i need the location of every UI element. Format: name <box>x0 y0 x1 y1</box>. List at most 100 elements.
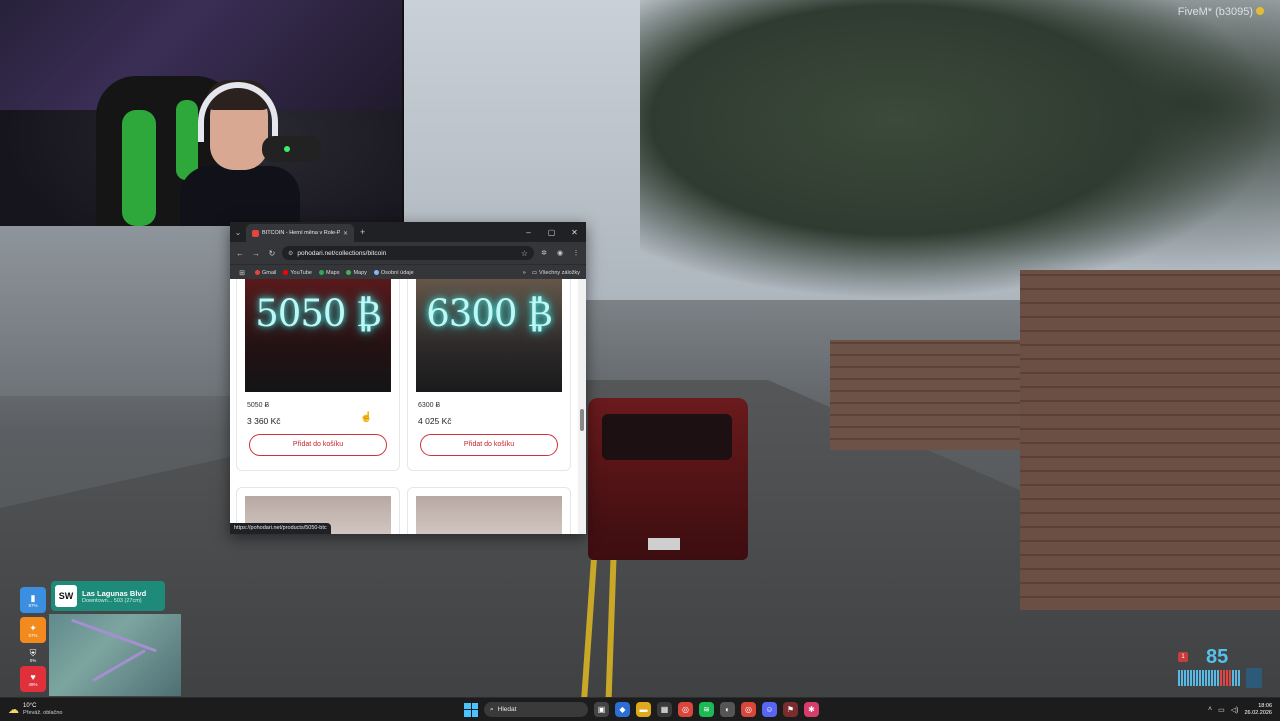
product-name[interactable]: 5050 Ƀ <box>247 402 269 409</box>
chair-accent <box>176 100 198 180</box>
gear-indicator: 1 <box>1178 652 1188 662</box>
product-card[interactable]: 5050 ₿ 5050 Ƀ 3 360 Kč Přidat do košíku <box>236 279 400 471</box>
task-view-icon[interactable]: ▣ <box>594 702 609 717</box>
all-bookmarks-label: Všechny záložky <box>539 269 580 276</box>
bookmark-mapy[interactable]: Mapy <box>346 269 367 276</box>
product-image[interactable]: 6300 ₿ <box>416 279 562 392</box>
product-card[interactable] <box>407 487 571 534</box>
product-image-text: 6300 ₿ <box>426 292 553 335</box>
taskbar-search[interactable]: ⌕ Hledat <box>484 702 588 717</box>
maximize-icon[interactable]: ▢ <box>540 228 563 237</box>
discord-icon[interactable]: ☺ <box>762 702 777 717</box>
weather-widget[interactable]: ☁ 10°C Převáž. oblačno <box>0 703 128 717</box>
reload-icon[interactable]: ↻ <box>266 249 278 258</box>
profile-icon[interactable]: ◉ <box>554 249 566 257</box>
bookmarks-bar: ⊞ Gmail YouTube Maps Mapy Osobní údaje »… <box>230 264 586 280</box>
bookmark-label: Mapy <box>353 269 367 276</box>
product-card[interactable]: 6300 ₿ 6300 Ƀ 4 025 Kč Přidat do košíku <box>407 279 571 471</box>
weather-description: Převáž. oblačno <box>23 709 63 716</box>
maps-icon <box>319 270 324 275</box>
stat-value: 49% <box>28 681 38 687</box>
minimap-route <box>92 649 146 682</box>
cloudy-weather-icon: ☁ <box>8 704 19 716</box>
bookmark-label: YouTube <box>290 269 312 276</box>
microphone <box>262 136 322 162</box>
extensions-icon[interactable]: ✲ <box>538 249 550 257</box>
street-text: Las Lagunas Blvd Downtown... 503 (27cm) <box>82 589 146 604</box>
file-explorer-icon[interactable]: ▬ <box>636 702 651 717</box>
brick-wall <box>1020 270 1280 610</box>
site-info-icon[interactable]: ⚙ <box>288 250 293 257</box>
spotify-icon[interactable]: ≋ <box>699 702 714 717</box>
more-bookmarks-icon[interactable]: » <box>523 270 526 276</box>
water-stat: ▮ 97% <box>20 587 46 613</box>
fivem-icon[interactable]: ⚑ <box>783 702 798 717</box>
github-icon[interactable]: ◐ <box>720 702 735 717</box>
food-stat: ✦ 97% <box>20 617 46 643</box>
webcam-overlay <box>0 0 404 226</box>
windows-start-icon[interactable] <box>464 702 478 717</box>
weather-temperature: 10°C <box>23 702 37 709</box>
close-tab-icon[interactable]: ✕ <box>343 230 348 237</box>
rpm-redline <box>1220 670 1232 686</box>
product-image[interactable] <box>416 496 562 534</box>
scroll-thumb[interactable] <box>580 409 584 431</box>
chrome-icon[interactable]: ◎ <box>678 702 693 717</box>
chrome-profile-icon[interactable]: ◎ <box>741 702 756 717</box>
address-bar-row: ← → ↻ ⚙ pohodari.net/collections/bitcoin… <box>230 242 586 264</box>
fivem-build-label: FiveM* (b3095) <box>1178 6 1264 18</box>
copilot-icon[interactable]: ◆ <box>615 702 630 717</box>
url-input[interactable]: ⚙ pohodari.net/collections/bitcoin ☆ <box>282 246 534 260</box>
game-app-icon[interactable]: ✱ <box>804 702 819 717</box>
back-icon[interactable]: ← <box>234 249 246 258</box>
favicon-icon <box>252 229 259 237</box>
search-placeholder: Hledat <box>497 706 517 713</box>
taskbar: ☁ 10°C Převáž. oblačno ⌕ Hledat ▣ ◆ ▬ ▦ ◎… <box>0 697 1280 721</box>
minimap-route <box>71 618 157 653</box>
volume-icon[interactable]: ◁) <box>1231 706 1239 714</box>
all-bookmarks[interactable]: ▭ Všechny záložky <box>532 270 580 276</box>
taskbar-apps: ⌕ Hledat ▣ ◆ ▬ ▦ ◎ ≋ ◐ ◎ ☺ ⚑ ✱ <box>464 698 819 721</box>
add-to-cart-button[interactable]: Přidat do košíku <box>420 434 558 456</box>
fuel-gauge <box>1246 668 1262 688</box>
add-to-cart-button[interactable]: Přidat do košíku <box>249 434 387 456</box>
bookmark-youtube[interactable]: YouTube <box>283 270 312 276</box>
bookmark-maps[interactable]: Maps <box>319 270 339 276</box>
tab-search-icon[interactable]: ⌄ <box>230 228 246 237</box>
browser-tab[interactable]: BITCOIN - Herní měna v Role-P ✕ <box>246 224 354 242</box>
chair-accent <box>122 110 156 226</box>
bookmarks-right: » ▭ Všechny záložky <box>523 270 580 276</box>
license-plate <box>648 538 680 550</box>
apps-grid-icon[interactable]: ⊞ <box>236 269 248 277</box>
gmail-icon <box>255 270 260 275</box>
window-controls: – ▢ ✕ <box>517 228 586 237</box>
close-window-icon[interactable]: ✕ <box>563 228 586 237</box>
page-scrollbar[interactable] <box>578 279 586 534</box>
minimap <box>49 614 181 696</box>
store-icon[interactable]: ▦ <box>657 702 672 717</box>
product-price: 4 025 Kč <box>418 416 452 426</box>
bookmark-star-icon[interactable]: ☆ <box>521 249 528 258</box>
system-tray: ˄ ▭ ◁) 18:06 26.02.2026 <box>1208 698 1272 721</box>
clock[interactable]: 18:06 26.02.2026 <box>1244 703 1272 717</box>
vehicle-rear-window <box>602 414 732 460</box>
folder-icon <box>373 270 379 275</box>
clock-date: 26.02.2026 <box>1244 709 1272 716</box>
speed-value: 85 <box>1206 646 1229 668</box>
compass-direction: SW <box>55 585 77 607</box>
new-tab-icon[interactable]: + <box>360 227 365 237</box>
menu-icon[interactable]: ⋮ <box>570 249 582 257</box>
trees <box>640 0 1280 300</box>
stat-value: 97% <box>28 602 38 608</box>
forward-icon[interactable]: → <box>250 249 262 258</box>
speedometer: 1 85 <box>1176 646 1264 692</box>
tray-overflow-icon[interactable]: ˄ <box>1208 706 1212 713</box>
bookmark-personal-data[interactable]: Osobní údaje <box>373 270 414 276</box>
city-buildings <box>0 226 230 396</box>
product-image[interactable]: 5050 ₿ <box>245 279 391 392</box>
minimize-icon[interactable]: – <box>517 228 540 237</box>
bookmark-gmail[interactable]: Gmail <box>255 270 276 276</box>
product-name[interactable]: 6300 Ƀ <box>418 402 440 409</box>
network-icon[interactable]: ▭ <box>1218 706 1225 714</box>
youtube-icon <box>283 270 289 275</box>
